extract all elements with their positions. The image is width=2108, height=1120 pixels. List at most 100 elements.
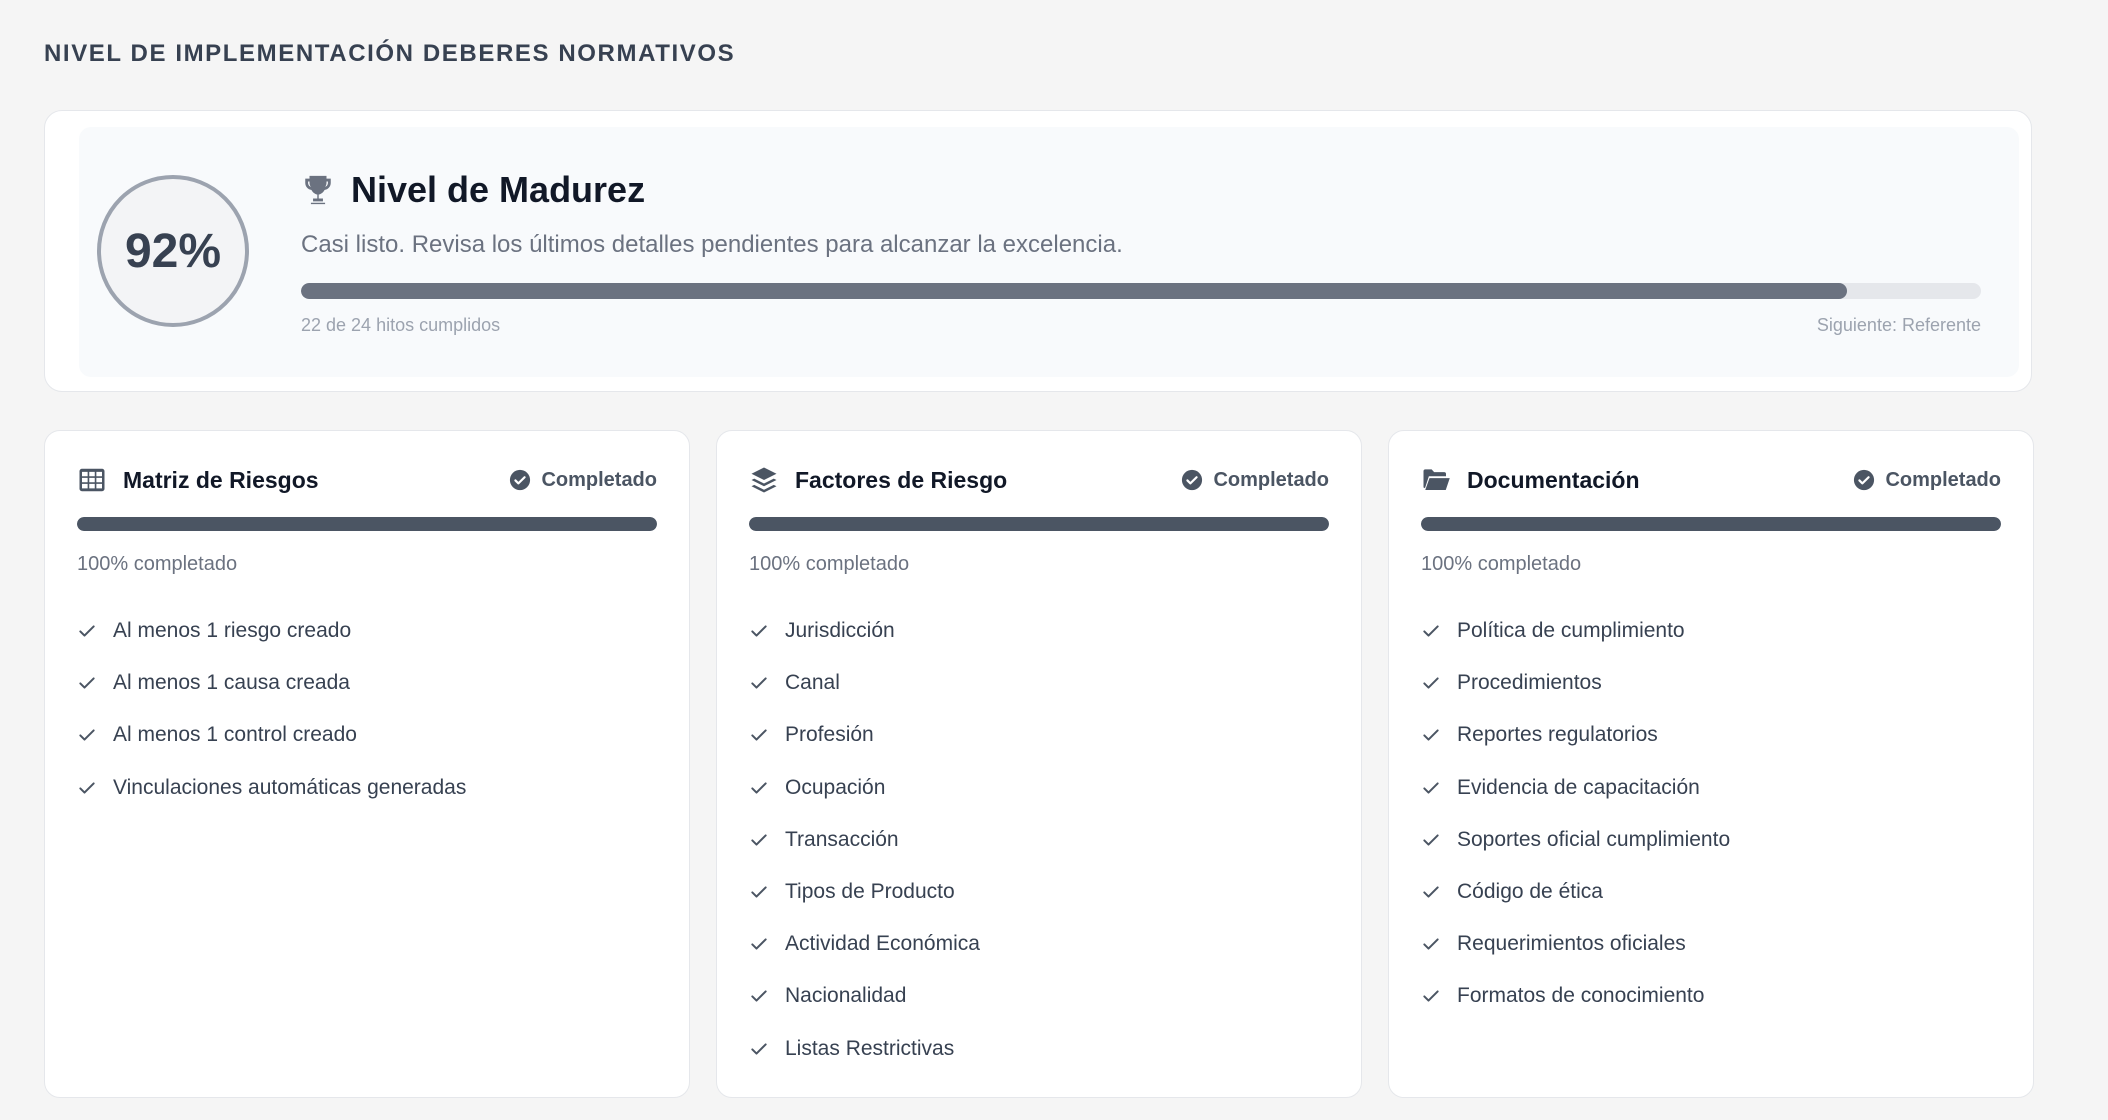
checklist-item-label: Tipos de Producto: [785, 880, 955, 904]
checklist-item: Soportes oficial cumplimiento: [1421, 814, 1730, 866]
trophy-icon: [301, 173, 335, 207]
checklist-item-label: Nacionalidad: [785, 984, 907, 1008]
card-header: Matriz de Riesgos Completado: [77, 465, 657, 495]
checklist-item-label: Jurisdicción: [785, 619, 895, 643]
checklist-item: Actividad Económica: [749, 918, 980, 970]
checklist-item: Al menos 1 causa creada: [77, 657, 466, 709]
checklist-item: Nacionalidad: [749, 970, 980, 1022]
checklist-item-label: Política de cumplimiento: [1457, 619, 1685, 643]
card-percent-text: 100% completado: [1421, 553, 1582, 575]
checklist-item-label: Al menos 1 control creado: [113, 723, 357, 747]
checklist: Al menos 1 riesgo creado Al menos 1 causa…: [77, 605, 466, 814]
maturity-percent: 92%: [124, 224, 222, 278]
layers-icon: [749, 465, 779, 495]
check-circle-icon: [1853, 469, 1875, 491]
maturity-percent-ring: 92%: [97, 175, 249, 327]
card-progress-bar: [1421, 517, 2001, 531]
check-icon: [1421, 986, 1441, 1006]
check-icon: [1421, 621, 1441, 641]
status-text: Completado: [1213, 468, 1329, 491]
card-progress-fill: [77, 517, 657, 531]
checklist-item-label: Profesión: [785, 723, 874, 747]
checklist-item: Profesión: [749, 709, 980, 761]
table-grid-icon: [77, 465, 107, 495]
status-badge: Completado: [509, 469, 657, 492]
card-title-group: Documentación: [1421, 465, 1640, 495]
maturity-card: 92% Nivel de Madurez Casi listo. Revisa …: [44, 110, 2032, 392]
maturity-footer: 22 de 24 hitos cumplidos Siguiente: Refe…: [301, 315, 1981, 336]
checklist-item-label: Requerimientos oficiales: [1457, 932, 1686, 956]
maturity-header: Nivel de Madurez: [301, 169, 645, 211]
page: NIVEL DE IMPLEMENTACIÓN DEBERES NORMATIV…: [0, 0, 2108, 1120]
status-badge: Completado: [1853, 469, 2001, 492]
check-icon: [1421, 882, 1441, 902]
check-icon: [749, 725, 769, 745]
maturity-title: Nivel de Madurez: [351, 169, 646, 210]
maturity-progress-bar: [301, 283, 1981, 299]
check-icon: [77, 621, 97, 641]
card-header: Documentación Completado: [1421, 465, 2001, 495]
checklist-item-label: Reportes regulatorios: [1457, 723, 1658, 747]
next-level: Siguiente: Referente: [1816, 315, 1981, 335]
checklist-item: Vinculaciones automáticas generadas: [77, 762, 466, 814]
card-percent-text: 100% completado: [77, 553, 238, 575]
card-factores-riesgo: Factores de Riesgo Completado 100% compl…: [716, 430, 1362, 1098]
maturity-progress-fill: [301, 283, 1847, 299]
card-matriz-riesgos: Matriz de Riesgos Completado 100% comple…: [44, 430, 690, 1098]
card-title: Factores de Riesgo: [795, 466, 1008, 493]
card-progress-bar: [77, 517, 657, 531]
checklist-item: Política de cumplimiento: [1421, 605, 1730, 657]
checklist-item-label: Código de ética: [1457, 880, 1603, 904]
checklist-item-label: Transacción: [785, 827, 899, 851]
checklist-item: Al menos 1 riesgo creado: [77, 605, 466, 657]
check-icon: [749, 621, 769, 641]
card-documentacion: Documentación Completado 100% completado…: [1388, 430, 2034, 1098]
check-icon: [749, 986, 769, 1006]
card-title-group: Factores de Riesgo: [749, 465, 1007, 495]
checklist-item-label: Evidencia de capacitación: [1457, 775, 1700, 799]
checklist-item-label: Ocupación: [785, 775, 886, 799]
check-icon: [77, 778, 97, 798]
card-title-group: Matriz de Riesgos: [77, 465, 319, 495]
check-icon: [1421, 778, 1441, 798]
checklist-item-label: Formatos de conocimiento: [1457, 984, 1705, 1008]
checklist-item: Procedimientos: [1421, 657, 1730, 709]
card-header: Factores de Riesgo Completado: [749, 465, 1329, 495]
checklist-item: Al menos 1 control creado: [77, 709, 466, 761]
check-icon: [749, 1039, 769, 1059]
checklist-item-label: Al menos 1 causa creada: [113, 671, 350, 695]
check-icon: [749, 778, 769, 798]
check-icon: [749, 673, 769, 693]
check-circle-icon: [1181, 469, 1203, 491]
checklist: Jurisdicción Canal Profesión Ocupación Trans…: [749, 605, 980, 1075]
checklist-item: Ocupación: [749, 762, 980, 814]
checklist-item: Listas Restrictivas: [749, 1023, 980, 1075]
card-progress-fill: [749, 517, 1329, 531]
checklist-item-label: Actividad Económica: [785, 932, 980, 956]
checklist-item: Formatos de conocimiento: [1421, 970, 1730, 1022]
maturity-description: Casi listo. Revisa los últimos detalles …: [301, 231, 1123, 258]
checklist-item: Transacción: [749, 814, 980, 866]
folder-open-icon: [1421, 465, 1451, 495]
checklist-item-label: Procedimientos: [1457, 671, 1602, 695]
category-cards: Matriz de Riesgos Completado 100% comple…: [44, 430, 2034, 1098]
check-icon: [749, 934, 769, 954]
checklist-item: Jurisdicción: [749, 605, 980, 657]
checklist-item: Código de ética: [1421, 866, 1730, 918]
check-icon: [77, 725, 97, 745]
card-percent-text: 100% completado: [749, 553, 910, 575]
checklist-item: Canal: [749, 657, 980, 709]
check-icon: [1421, 934, 1441, 954]
check-icon: [77, 673, 97, 693]
card-title: Documentación: [1467, 466, 1640, 493]
card-title: Matriz de Riesgos: [123, 466, 319, 493]
checklist-item: Tipos de Producto: [749, 866, 980, 918]
status-badge: Completado: [1181, 469, 1329, 492]
page-title: NIVEL DE IMPLEMENTACIÓN DEBERES NORMATIV…: [44, 40, 736, 67]
check-icon: [749, 882, 769, 902]
milestones-count: 22 de 24 hitos cumplidos: [301, 315, 501, 335]
check-circle-icon: [509, 469, 531, 491]
checklist: Política de cumplimiento Procedimientos Re…: [1421, 605, 1730, 1023]
checklist-item-label: Listas Restrictivas: [785, 1036, 955, 1060]
status-text: Completado: [541, 468, 657, 491]
